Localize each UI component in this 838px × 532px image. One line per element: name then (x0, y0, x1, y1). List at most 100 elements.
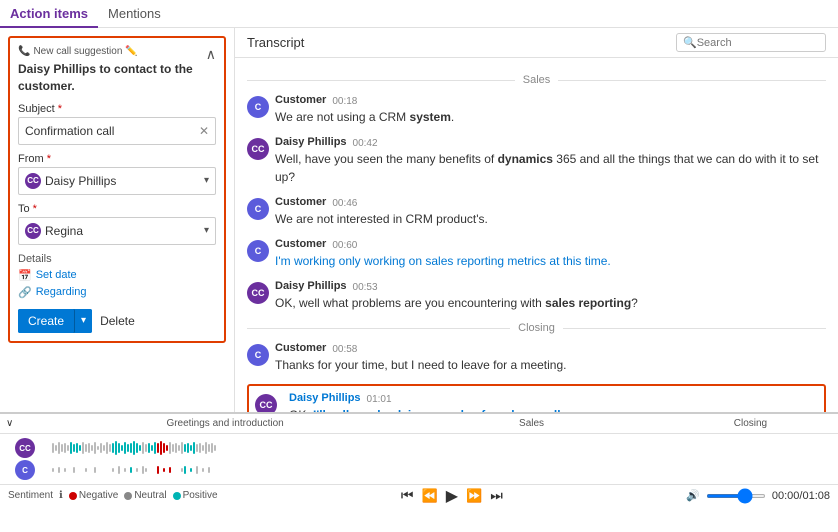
msg-meta-4: CC (247, 280, 269, 304)
avatar-5: C (247, 344, 269, 366)
wave-avatar-cc: CC (15, 438, 35, 458)
wave-avatar-c: C (15, 460, 35, 480)
app-container: Action items Mentions 📞 New call suggest… (0, 0, 838, 532)
section-sales: Sales (247, 74, 826, 86)
details-label: Details (18, 253, 216, 265)
message-1: CC Daisy Phillips 00:42 Well, have you s… (247, 136, 826, 186)
content-area: 📞 New call suggestion ✏️ Daisy Phillips … (0, 28, 838, 412)
left-panel: 📞 New call suggestion ✏️ Daisy Phillips … (0, 28, 235, 412)
to-input-wrapper[interactable]: CC Regina ▾ (18, 217, 216, 245)
create-button-group[interactable]: Create ▾ (18, 309, 92, 333)
msg-time-5: 00:58 (332, 344, 357, 355)
msg-sender-4: Daisy Phillips (275, 280, 347, 292)
to-value: Regina (45, 224, 83, 238)
msg-text-4: OK, well what problems are you encounter… (275, 294, 826, 312)
link-icon: 🔗 (18, 286, 32, 299)
card-header: 📞 New call suggestion ✏️ Daisy Phillips … (18, 46, 216, 95)
msg-sender-3: Customer (275, 238, 326, 250)
positive-label: Positive (183, 490, 218, 501)
msg-header-2: Customer 00:46 (275, 196, 826, 210)
avatar-3: C (247, 240, 269, 262)
section-closing: Closing (247, 322, 826, 334)
msg-sender-5: Customer (275, 342, 326, 354)
tab-bar: Action items Mentions (0, 0, 838, 28)
set-date-link[interactable]: 📅 Set date (18, 269, 216, 282)
neutral-dot (124, 492, 132, 500)
msg-time-1: 00:42 (353, 138, 378, 149)
msg-sender-2: Customer (275, 196, 326, 208)
neutral-indicator: Neutral (124, 490, 166, 501)
search-input[interactable] (697, 37, 807, 49)
msg-meta-3: C (247, 238, 269, 262)
msg-content-4: Daisy Phillips 00:53 OK, well what probl… (275, 280, 826, 312)
tab-mentions[interactable]: Mentions (98, 0, 171, 28)
create-button[interactable]: Create (18, 309, 75, 333)
right-panel: Transcript 🔍 Sales C Customer (235, 28, 838, 412)
volume-slider[interactable] (706, 494, 766, 498)
msg-sender-6: Daisy Phillips (289, 392, 361, 404)
msg-header-4: Daisy Phillips 00:53 (275, 280, 826, 294)
playback-controls: ⏮ ⏪ ▶ ⏩ ⏭ (401, 486, 503, 506)
edit-icon[interactable]: ✏️ (125, 46, 137, 57)
from-value-area: CC Daisy Phillips (25, 173, 116, 189)
positive-dot (173, 492, 181, 500)
msg-meta-0: C (247, 94, 269, 118)
phone-icon: 📞 (18, 46, 30, 57)
fast-forward-button[interactable]: ⏩ (466, 488, 482, 504)
avatar-2: C (247, 198, 269, 220)
msg-text-0: We are not using a CRM system. (275, 108, 826, 126)
card-label-area: 📞 New call suggestion ✏️ Daisy Phillips … (18, 46, 206, 95)
action-card: 📞 New call suggestion ✏️ Daisy Phillips … (8, 36, 226, 343)
search-box[interactable]: 🔍 (676, 33, 826, 52)
msg-header-5: Customer 00:58 (275, 342, 826, 356)
sentiment-area: Sentiment ℹ Negative Neutral Positive (8, 490, 218, 501)
msg-time-4: 00:53 (353, 282, 378, 293)
msg-content-5: Customer 00:58 Thanks for your time, but… (275, 342, 826, 374)
transcript-header: Transcript 🔍 (235, 28, 838, 58)
chevron-down-icon[interactable]: ∨ (6, 418, 13, 429)
to-avatar: CC (25, 223, 41, 239)
volume-time-area: 🔊 00:00/01:08 (686, 489, 830, 502)
tab-action-items[interactable]: Action items (0, 0, 98, 28)
message-5: C Customer 00:58 Thanks for your time, b… (247, 342, 826, 374)
rewind-button[interactable]: ⏪ (422, 488, 438, 504)
create-dropdown-button[interactable]: ▾ (75, 309, 92, 333)
collapse-area[interactable]: ∨ (0, 418, 50, 429)
subject-clear-button[interactable]: ✕ (199, 124, 209, 138)
skip-back-start-button[interactable]: ⏮ (401, 487, 414, 504)
calendar-icon: 📅 (18, 269, 32, 282)
message-6-highlighted: CC Daisy Phillips 01:01 OK. I'll call yo… (247, 384, 826, 412)
from-avatar: CC (25, 173, 41, 189)
from-label: From * (18, 153, 216, 165)
neutral-label: Neutral (134, 490, 166, 501)
seg-label-0: Greetings and introduction (50, 418, 400, 429)
play-button[interactable]: ▶ (446, 486, 458, 506)
negative-dot (69, 492, 77, 500)
msg-text-1: Well, have you seen the many benefits of… (275, 150, 826, 186)
message-2: C Customer 00:46 We are not interested i… (247, 196, 826, 228)
message-4: CC Daisy Phillips 00:53 OK, well what pr… (247, 280, 826, 312)
msg-header-0: Customer 00:18 (275, 94, 826, 108)
wave-bars-cc (50, 439, 838, 457)
msg-text-5: Thanks for your time, but I need to leav… (275, 356, 826, 374)
delete-button[interactable]: Delete (100, 314, 135, 328)
regarding-link[interactable]: 🔗 Regarding (18, 286, 216, 299)
from-input-wrapper[interactable]: CC Daisy Phillips ▾ (18, 167, 216, 195)
wave-row-cc: CC (0, 438, 838, 458)
collapse-button[interactable]: ∧ (206, 46, 216, 63)
message-0: C Customer 00:18 We are not using a CRM … (247, 94, 826, 126)
to-value-area: CC Regina (25, 223, 83, 239)
transcript-area: Sales C Customer 00:18 We are not using … (235, 58, 838, 412)
msg-meta-1: CC (247, 136, 269, 160)
subject-label: Subject * (18, 103, 216, 115)
skip-forward-end-button[interactable]: ⏭ (490, 487, 503, 504)
subject-input-wrapper[interactable]: Confirmation call ✕ (18, 117, 216, 145)
avatar-1: CC (247, 138, 269, 160)
to-group: To * CC Regina ▾ (18, 203, 216, 245)
negative-indicator: Negative (69, 490, 118, 501)
time-display: 00:00/01:08 (772, 490, 830, 502)
to-chevron-icon[interactable]: ▾ (204, 225, 209, 236)
search-icon: 🔍 (683, 36, 697, 49)
from-chevron-icon[interactable]: ▾ (204, 175, 209, 186)
msg-content-1: Daisy Phillips 00:42 Well, have you seen… (275, 136, 826, 186)
